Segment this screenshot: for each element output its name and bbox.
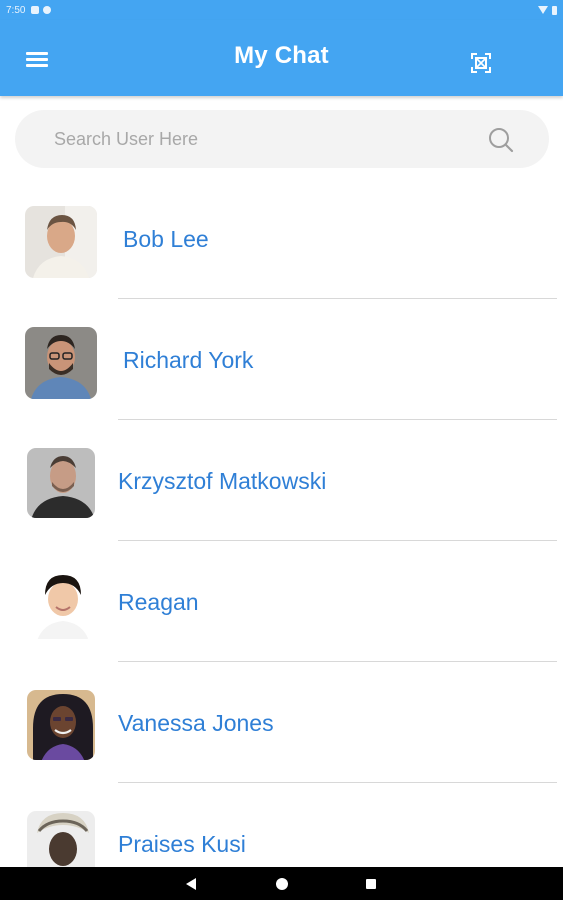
list-item[interactable]: Krzysztof Matkowski [0,420,563,541]
status-time: 7:50 [6,4,26,16]
search-input[interactable] [54,128,454,150]
home-icon[interactable] [276,878,288,890]
app-bar: My Chat [0,20,563,96]
list-item[interactable]: Richard York [0,299,563,420]
system-nav-bar [0,867,563,900]
sync-icon [43,6,52,14]
status-bar: 7:50 [0,0,563,20]
list-item[interactable]: Reagan [0,541,563,662]
list-item[interactable]: Vanessa Jones [0,662,563,783]
user-name: Krzysztof Matkowski [118,468,327,494]
qr-scan-icon[interactable] [470,52,492,74]
list-item[interactable]: Bob Lee [0,178,563,299]
avatar [27,690,95,760]
notification-icon [31,6,40,14]
recent-apps-icon[interactable] [366,879,376,889]
avatar [27,569,95,639]
battery-icon [552,5,557,15]
search-bar [15,110,549,168]
user-name: Vanessa Jones [118,710,274,736]
avatar [25,327,97,399]
back-icon[interactable] [186,878,196,890]
user-name: Bob Lee [123,226,209,252]
user-name: Reagan [118,589,199,615]
avatar [27,448,95,518]
user-name: Richard York [123,347,254,373]
user-list: Bob Lee Richard York Krzysztof Matkowski… [0,178,563,900]
search-icon[interactable] [487,126,515,154]
user-name: Praises Kusi [118,831,246,857]
avatar [25,206,97,278]
wifi-icon [538,6,548,14]
